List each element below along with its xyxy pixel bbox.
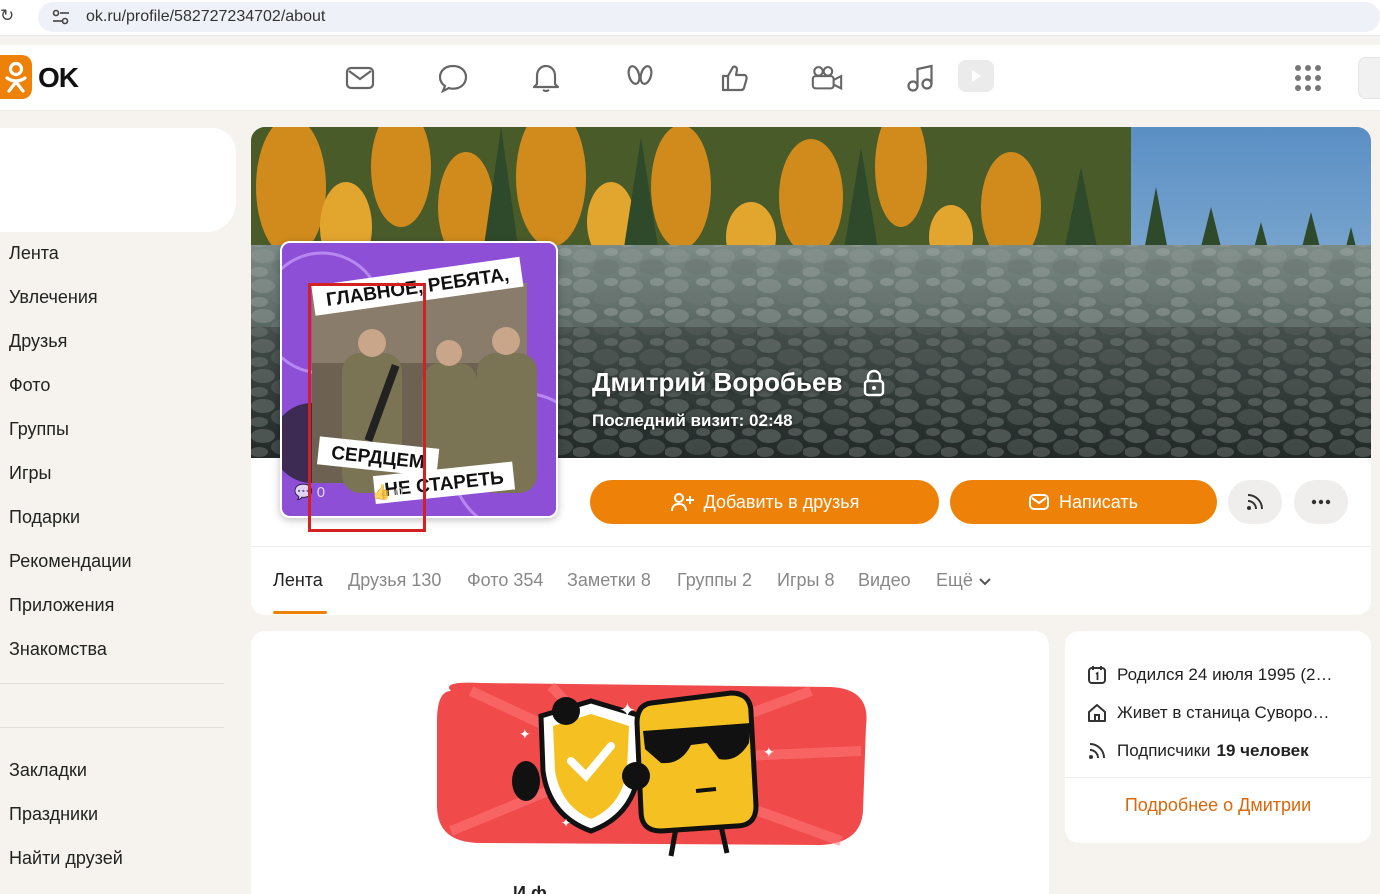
privacy-illustration: ✦ ✦ ✦ ✦ — [437, 682, 867, 857]
browser-address-bar: ↻ ok.ru/profile/582727234702/about — [0, 0, 1380, 36]
svg-text:✦: ✦ — [619, 698, 636, 722]
tabs-divider — [251, 546, 1371, 547]
sidebar-item-bookmarks[interactable]: Закладки — [9, 760, 87, 781]
feed-heading: И ф — [513, 883, 547, 894]
video-camera-icon[interactable] — [810, 61, 844, 95]
sidebar-item-recommendations[interactable]: Рекомендации — [9, 551, 132, 572]
info-birthday: Родился 24 июля 1995 (2… — [1087, 665, 1357, 685]
sidebar-item-dating[interactable]: Знакомства — [9, 639, 107, 660]
sidebar-item-friends[interactable]: Друзья — [9, 331, 67, 352]
about-info-card: Родился 24 июля 1995 (2… Живет в станица… — [1065, 631, 1371, 843]
subscribe-button[interactable] — [1228, 480, 1282, 524]
sidebar-item-find-friends[interactable]: Найти друзей — [9, 848, 123, 869]
write-message-button[interactable]: Написать — [950, 480, 1217, 524]
user-menu-button[interactable] — [1358, 57, 1380, 99]
rss-icon — [1089, 743, 1105, 759]
logo-text[interactable]: OK — [38, 62, 79, 94]
mail-icon[interactable] — [343, 61, 377, 95]
tab-feed[interactable]: Лента — [273, 570, 323, 591]
sidebar-item-hobbies[interactable]: Увлечения — [9, 287, 98, 308]
sidebar-item-photos[interactable]: Фото — [9, 375, 50, 396]
info-subscribers-value: 19 человек — [1216, 741, 1309, 760]
like-icon[interactable] — [717, 61, 751, 95]
chevron-down-icon — [979, 578, 991, 586]
sidebar-item-games[interactable]: Игры — [9, 463, 51, 484]
guests-icon[interactable] — [623, 61, 657, 95]
highlight-box — [308, 283, 426, 532]
mail-icon — [1028, 494, 1049, 510]
tab-groups[interactable]: Группы 2 — [677, 570, 752, 591]
url-text: ok.ru/profile/582727234702/about — [86, 8, 326, 25]
info-subscribers[interactable]: Подписчики 19 человек — [1087, 741, 1357, 761]
svg-text:✦: ✦ — [561, 816, 571, 830]
reload-icon[interactable]: ↻ — [0, 6, 14, 26]
calendar-icon — [1088, 666, 1106, 684]
sidebar-item-groups[interactable]: Группы — [9, 419, 69, 440]
tab-notes[interactable]: Заметки 8 — [567, 570, 651, 591]
tab-photos[interactable]: Фото 354 — [467, 570, 543, 591]
tab-more-label: Ещё — [936, 570, 973, 590]
more-dots-icon — [1311, 499, 1331, 505]
add-user-icon — [670, 493, 694, 512]
tab-games[interactable]: Игры 8 — [777, 570, 834, 591]
chat-icon[interactable] — [436, 61, 470, 95]
site-settings-icon[interactable] — [52, 9, 70, 25]
sidebar-item-holidays[interactable]: Праздники — [9, 804, 98, 825]
sidebar-divider — [0, 727, 224, 728]
info-birthday-text: Родился 24 июля 1995 (2… — [1117, 665, 1333, 684]
info-location: Живет в станица Суворо… — [1087, 703, 1357, 723]
profile-name: Дмитрий Воробьев — [592, 367, 843, 397]
apps-grid-icon[interactable] — [1295, 65, 1321, 91]
info-divider — [1065, 777, 1371, 778]
ok-logo-icon[interactable] — [0, 55, 32, 99]
write-message-label: Написать — [1058, 491, 1139, 512]
add-friend-button[interactable]: Добавить в друзья — [590, 480, 939, 524]
home-icon — [1088, 704, 1106, 722]
info-location-text: Живет в станица Суворо… — [1117, 703, 1330, 722]
svg-text:✦: ✦ — [763, 745, 775, 761]
feed-card: ✦ ✦ ✦ ✦ И ф — [251, 631, 1049, 894]
tab-friends[interactable]: Друзья 130 — [348, 570, 441, 591]
more-actions-button[interactable] — [1294, 480, 1348, 524]
last-visit: Последний визит: 02:48 — [592, 411, 793, 430]
sidebar-item-feed[interactable]: Лента — [9, 243, 59, 264]
svg-text:✦: ✦ — [519, 727, 531, 743]
lock-icon — [864, 369, 885, 396]
sidebar-item-apps[interactable]: Приложения — [9, 595, 114, 616]
tab-more[interactable]: Ещё — [936, 570, 992, 591]
active-tab-indicator — [273, 611, 327, 614]
rss-icon — [1247, 494, 1263, 510]
sidebar-item-gifts[interactable]: Подарки — [9, 507, 80, 528]
video-icon[interactable] — [958, 60, 994, 92]
add-friend-label: Добавить в друзья — [703, 491, 860, 512]
more-about-link[interactable]: Подробнее о Дмитрии — [1065, 795, 1371, 816]
bell-icon[interactable] — [529, 61, 563, 95]
profile-name-row: Дмитрий Воробьев — [592, 367, 886, 398]
sidebar-divider — [0, 683, 224, 684]
music-icon[interactable] — [903, 61, 937, 95]
top-navigation: OK — [0, 45, 1380, 111]
sidebar-user-card[interactable] — [0, 128, 236, 232]
tab-video[interactable]: Видео — [858, 570, 911, 591]
info-subscribers-label: Подписчики — [1117, 741, 1211, 760]
url-field[interactable]: ok.ru/profile/582727234702/about — [38, 2, 1380, 32]
